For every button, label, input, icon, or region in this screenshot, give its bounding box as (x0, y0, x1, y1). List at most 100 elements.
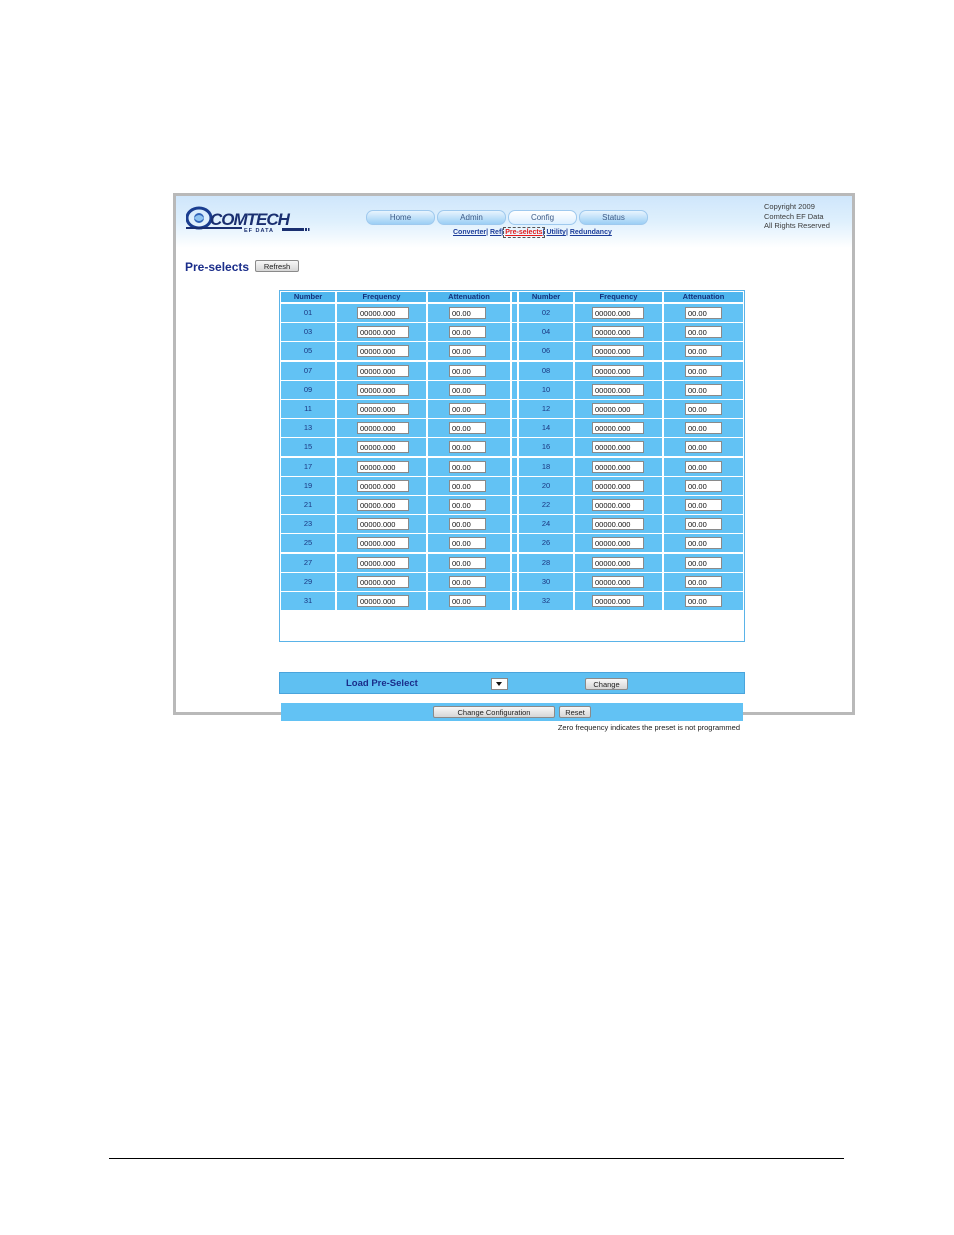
subnav-preselects-link[interactable]: Pre-selects (503, 227, 545, 238)
frequency-input[interactable]: 00000.000 (357, 460, 409, 473)
attenuation-input[interactable]: 00.00 (685, 383, 722, 396)
row-spacer (512, 361, 517, 380)
frequency-input[interactable]: 00000.000 (357, 364, 409, 377)
frequency-input[interactable]: 00000.000 (592, 556, 644, 569)
subnav-utility-link[interactable]: Utility (546, 229, 565, 236)
frequency-input[interactable]: 00000.000 (357, 307, 409, 319)
attenuation-cell: 00.00 (428, 534, 510, 553)
frequency-input[interactable]: 00000.000 (592, 460, 644, 473)
attenuation-input[interactable]: 00.00 (685, 307, 722, 319)
row-spacer (512, 400, 517, 418)
frequency-input[interactable]: 00000.000 (592, 326, 644, 339)
frequency-input[interactable]: 00000.000 (592, 383, 644, 396)
attenuation-cell: 00.00 (664, 476, 743, 495)
preset-number: 25 (281, 534, 335, 553)
attenuation-input[interactable]: 00.00 (449, 575, 486, 588)
frequency-input[interactable]: 00000.000 (592, 518, 644, 531)
attenuation-input[interactable]: 00.00 (449, 441, 486, 454)
frequency-input[interactable]: 00000.000 (592, 422, 644, 435)
attenuation-input[interactable]: 00.00 (449, 460, 486, 473)
frequency-input[interactable]: 00000.000 (592, 441, 644, 454)
frequency-input[interactable]: 00000.000 (592, 479, 644, 492)
frequency-input[interactable]: 00000.000 (357, 556, 409, 569)
subnav-converter-link[interactable]: Converter (453, 229, 486, 236)
frequency-input[interactable]: 00000.000 (357, 441, 409, 454)
attenuation-cell: 00.00 (664, 438, 743, 457)
logo-text: COMTECH (210, 210, 291, 229)
preselect-dropdown[interactable] (491, 678, 508, 690)
comtech-logo: COMTECH EF DATA (186, 206, 310, 234)
attenuation-input[interactable]: 00.00 (685, 518, 722, 531)
frequency-input[interactable]: 00000.000 (357, 479, 409, 492)
attenuation-input[interactable]: 00.00 (685, 326, 722, 339)
refresh-button[interactable]: Refresh (255, 260, 299, 272)
frequency-input[interactable]: 00000.000 (357, 403, 409, 415)
attenuation-input[interactable]: 00.00 (449, 403, 486, 415)
frequency-input[interactable]: 00000.000 (357, 499, 409, 511)
header-frequency: Frequency (337, 292, 426, 302)
tab-home[interactable]: Home (366, 210, 435, 225)
attenuation-input[interactable]: 00.00 (449, 518, 486, 531)
tab-status[interactable]: Status (579, 210, 648, 225)
attenuation-input[interactable]: 00.00 (685, 345, 722, 358)
attenuation-input[interactable]: 00.00 (685, 422, 722, 435)
frequency-input[interactable]: 00000.000 (357, 326, 409, 339)
subnav-redundancy-link[interactable]: Redundancy (570, 229, 612, 236)
attenuation-input[interactable]: 00.00 (449, 364, 486, 377)
attenuation-input[interactable]: 00.00 (449, 345, 486, 358)
attenuation-cell: 00.00 (664, 534, 743, 553)
attenuation-input[interactable]: 00.00 (449, 422, 486, 435)
attenuation-input[interactable]: 00.00 (685, 556, 722, 569)
attenuation-input[interactable]: 00.00 (449, 595, 486, 607)
attenuation-input[interactable]: 00.00 (685, 364, 722, 377)
preset-number: 21 (281, 496, 335, 514)
frequency-input[interactable]: 00000.000 (592, 307, 644, 319)
frequency-input[interactable]: 00000.000 (592, 345, 644, 358)
attenuation-input[interactable]: 00.00 (685, 479, 722, 492)
preset-number: 06 (519, 342, 573, 361)
tab-config[interactable]: Config (508, 210, 577, 225)
frequency-input[interactable]: 00000.000 (592, 537, 644, 550)
attenuation-cell: 00.00 (428, 457, 510, 476)
attenuation-input[interactable]: 00.00 (449, 556, 486, 569)
attenuation-cell: 00.00 (664, 515, 743, 534)
frequency-input[interactable]: 00000.000 (592, 403, 644, 415)
frequency-input[interactable]: 00000.000 (592, 364, 644, 377)
frequency-input[interactable]: 00000.000 (357, 422, 409, 435)
preset-number: 14 (519, 419, 573, 438)
frequency-cell: 00000.000 (337, 323, 426, 342)
attenuation-input[interactable]: 00.00 (685, 403, 722, 415)
preset-number: 01 (281, 304, 335, 322)
attenuation-input[interactable]: 00.00 (685, 441, 722, 454)
attenuation-input[interactable]: 00.00 (685, 537, 722, 550)
row-spacer (512, 553, 517, 572)
frequency-cell: 00000.000 (575, 534, 662, 553)
attenuation-input[interactable]: 00.00 (685, 460, 722, 473)
attenuation-input[interactable]: 00.00 (449, 537, 486, 550)
attenuation-input[interactable]: 00.00 (449, 479, 486, 492)
subnav-ref-link[interactable]: Ref (490, 229, 501, 236)
attenuation-cell: 00.00 (428, 572, 510, 591)
attenuation-input[interactable]: 00.00 (449, 499, 486, 511)
attenuation-input[interactable]: 00.00 (685, 499, 722, 511)
attenuation-input[interactable]: 00.00 (685, 595, 722, 607)
row-spacer (512, 496, 517, 514)
attenuation-input[interactable]: 00.00 (449, 326, 486, 339)
tab-admin[interactable]: Admin (437, 210, 506, 225)
frequency-input[interactable]: 00000.000 (592, 595, 644, 607)
attenuation-input[interactable]: 00.00 (449, 383, 486, 396)
attenuation-input[interactable]: 00.00 (685, 575, 722, 588)
attenuation-input[interactable]: 00.00 (449, 307, 486, 319)
change-button[interactable]: Change (585, 678, 628, 690)
reset-button[interactable]: Reset (559, 706, 591, 718)
frequency-input[interactable]: 00000.000 (357, 518, 409, 531)
frequency-input[interactable]: 00000.000 (357, 595, 409, 607)
frequency-input[interactable]: 00000.000 (357, 537, 409, 550)
frequency-input[interactable]: 00000.000 (592, 575, 644, 588)
frequency-input[interactable]: 00000.000 (357, 345, 409, 358)
frequency-input[interactable]: 00000.000 (357, 575, 409, 588)
preset-number: 17 (281, 457, 335, 476)
frequency-input[interactable]: 00000.000 (592, 499, 644, 511)
change-configuration-button[interactable]: Change Configuration (433, 706, 555, 718)
frequency-input[interactable]: 00000.000 (357, 383, 409, 396)
